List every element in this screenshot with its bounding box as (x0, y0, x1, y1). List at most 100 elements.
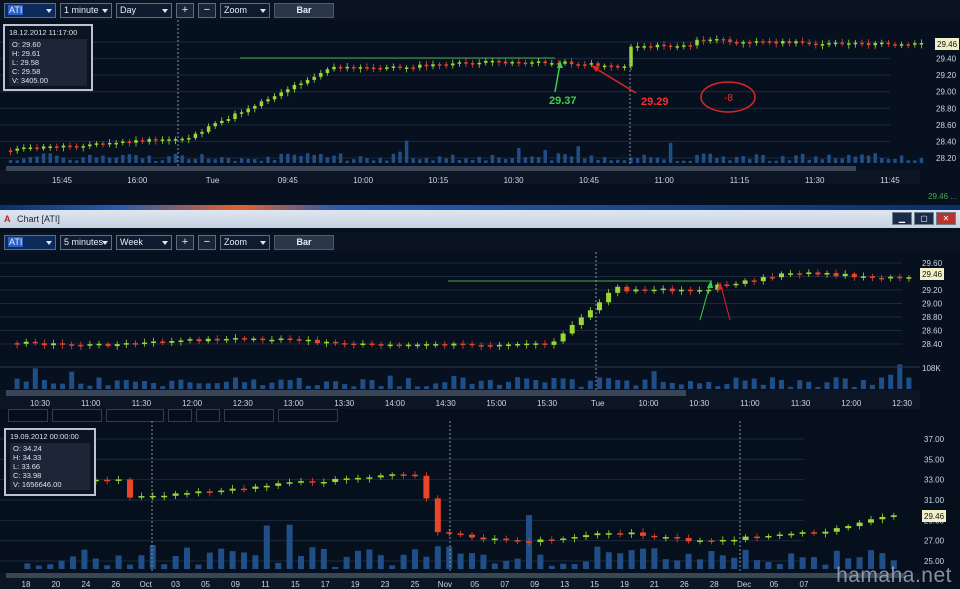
volume-bar (105, 385, 111, 389)
zoom-select[interactable]: Zoom (220, 2, 270, 18)
volume-bar (682, 160, 686, 163)
y-tick-label: 29.00 (936, 88, 957, 97)
volume-bar (715, 157, 719, 163)
horizontal-scrollbar[interactable] (6, 166, 856, 171)
interval-select[interactable]: 1 minute (60, 2, 112, 18)
symbol-select[interactable]: ATI (4, 234, 56, 250)
zoom-in-button[interactable]: + (176, 234, 194, 250)
zoom-select[interactable]: Zoom (220, 234, 270, 250)
volume-bar (827, 154, 831, 163)
volume-bar (560, 563, 567, 569)
volume-bar (842, 378, 848, 389)
minimize-icon[interactable]: ▁ (892, 212, 912, 225)
volume-bar (226, 157, 231, 163)
x-tick-label: 16:00 (127, 176, 148, 185)
candle-body (682, 45, 686, 47)
volume-bar (305, 153, 310, 163)
candle-body (81, 146, 85, 148)
ohlc-info-box-1: 18.12.2012 11:17:00 O: 29.60 H: 29.61 L:… (3, 24, 93, 91)
volume-bar (477, 156, 481, 163)
volume-bar (32, 368, 38, 389)
candle-body (172, 493, 179, 496)
volume-bar (114, 157, 118, 163)
candle-body (851, 273, 857, 278)
volume-bar (860, 154, 864, 163)
candle-body (842, 273, 848, 277)
candle-body (14, 343, 20, 345)
candle-body (695, 39, 699, 46)
symbol-value: ATI (8, 5, 24, 15)
volume-bar (123, 380, 129, 389)
period-select[interactable]: Week (116, 234, 172, 250)
volume-bar (769, 377, 775, 389)
horizontal-scrollbar[interactable] (6, 390, 686, 396)
chart-type-button[interactable]: Bar (274, 2, 334, 18)
candle-body (715, 39, 719, 41)
volume-bar (434, 546, 441, 569)
maximize-icon[interactable]: ▢ (914, 212, 934, 225)
candle-body (286, 89, 290, 93)
symbol-select[interactable]: ATI (4, 2, 56, 18)
volume-bar (286, 153, 290, 163)
volume-bar (142, 381, 147, 389)
period-select[interactable]: Day (116, 2, 172, 18)
price-chart-2[interactable]: 29.6029.4029.2029.0028.8028.6028.40 108K… (0, 252, 960, 409)
candle-body (533, 343, 539, 345)
candle-body (149, 495, 156, 498)
volume-bar (635, 158, 640, 163)
x-tick-label: 07 (800, 580, 809, 589)
x-tick-label: 21 (650, 580, 659, 589)
x-tick-label: 20 (51, 580, 60, 589)
candle-body (195, 491, 202, 494)
candle-body (460, 343, 466, 346)
annotation-circle-label: -8 (724, 93, 733, 104)
volume-bar (22, 158, 26, 163)
volume-bar (633, 385, 639, 389)
volume-bar (263, 525, 270, 569)
interval-select[interactable]: 5 minutes (60, 234, 112, 250)
price-chart-3[interactable]: 37.0035.0033.0031.0029.0027.0025.00 1820… (0, 409, 960, 589)
volume-bar (701, 153, 706, 163)
volume-bar (728, 160, 732, 163)
candle-body (724, 284, 730, 287)
candle-body (649, 46, 653, 48)
volume-bar (569, 156, 574, 163)
price-chart-1[interactable]: 29.37 29.29 -8 29.6029.4029.2029.0028.80… (0, 20, 960, 205)
candle-body (242, 338, 248, 340)
zoom-out-button[interactable]: − (198, 234, 216, 250)
candle-body (184, 493, 190, 495)
volume-bar (195, 564, 202, 569)
candle-body (412, 474, 418, 477)
candle-body (701, 39, 706, 42)
volume-bar (396, 386, 402, 389)
candle-body (167, 139, 171, 141)
candle-body (424, 344, 430, 346)
volume-bar (642, 379, 648, 389)
ohlc-high: H: 29.61 (12, 49, 41, 58)
candle-body (205, 338, 211, 342)
candle-body (833, 42, 838, 45)
volume-bar (58, 560, 65, 569)
volume-bar (478, 380, 484, 389)
y-tick-label: 28.40 (922, 340, 943, 349)
horizontal-scrollbar[interactable] (6, 573, 906, 578)
candle-body (594, 533, 601, 536)
volume-bar (298, 556, 304, 569)
candle-body (442, 344, 448, 346)
zoom-out-button[interactable]: − (198, 2, 216, 18)
volume-bar (814, 156, 818, 163)
volume-bar (503, 560, 510, 569)
x-tick-label: 26 (680, 580, 689, 589)
close-icon[interactable]: ✕ (936, 212, 956, 225)
zoom-in-button[interactable]: + (176, 2, 194, 18)
candle-body (74, 146, 79, 148)
x-tick-label: Tue (591, 399, 605, 408)
window-titlebar[interactable]: A Chart [ATI] ▁ ▢ ✕ (0, 210, 960, 228)
volume-bar (442, 382, 448, 389)
candle-body (840, 42, 844, 45)
y-tick-label: 37.00 (924, 435, 945, 444)
chart-type-button[interactable]: Bar (274, 234, 334, 250)
volume-bar (398, 151, 402, 163)
candle-body (754, 536, 760, 539)
candle-body (206, 126, 211, 132)
